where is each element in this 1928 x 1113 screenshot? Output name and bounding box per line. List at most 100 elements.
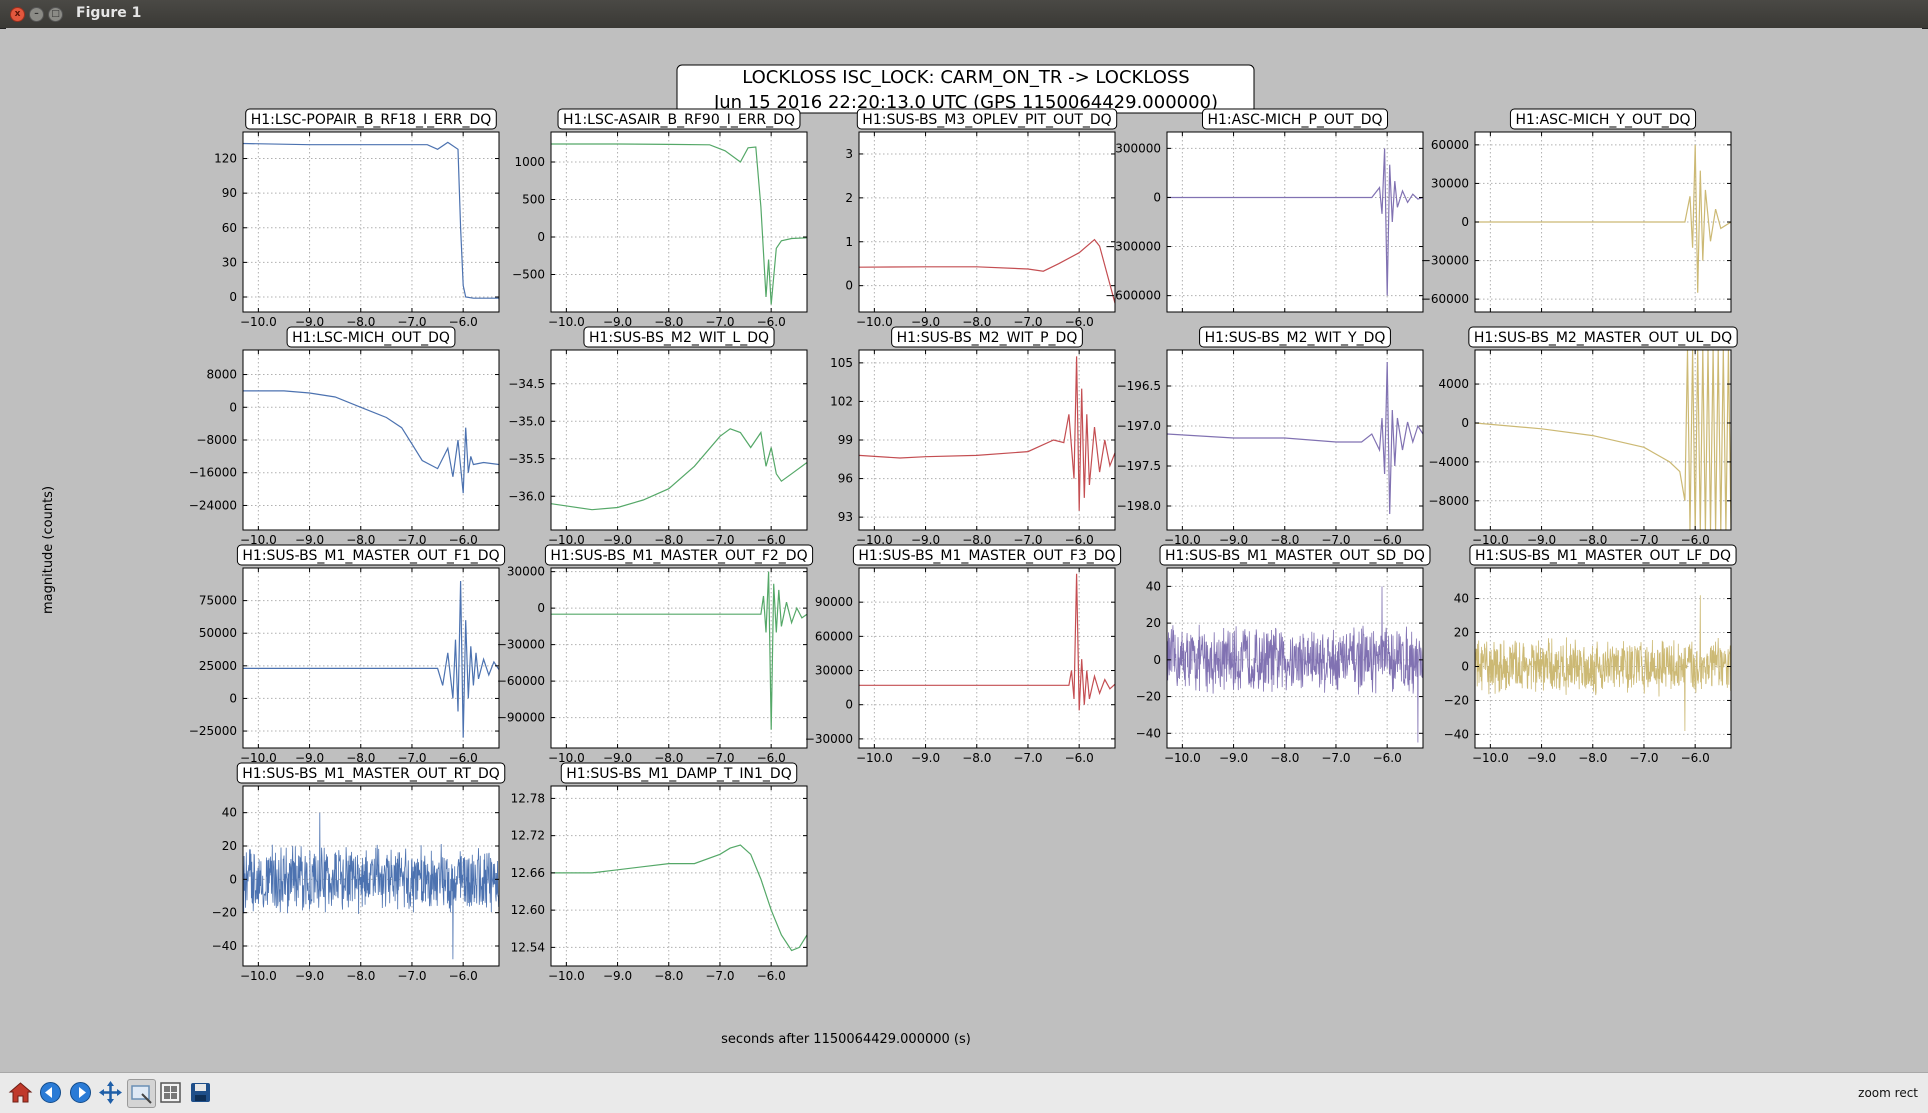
subplot-grid: −10.0 −9.0 −8.0 −7.0 −6.00306090120H1:LSC-PO… <box>189 108 1738 983</box>
y-tick-label: −20 <box>212 906 237 920</box>
y-tick-label: 0 <box>845 279 853 293</box>
y-axis-label: magnitude (counts) <box>41 486 56 614</box>
y-tick-label: −197.0 <box>1117 419 1161 433</box>
x-tick-label: −10.0 <box>1164 751 1201 765</box>
configure-subplots-icon <box>160 1082 181 1103</box>
y-tick-label: 12.78 <box>511 791 545 805</box>
x-tick-label: −10.0 <box>240 315 277 329</box>
maximize-window-button[interactable]: □ <box>48 7 63 22</box>
home-button[interactable] <box>7 1079 34 1106</box>
y-tick-label: −35.0 <box>508 414 545 428</box>
x-tick-label: −6.0 <box>757 969 786 983</box>
x-tick-label: −7.0 <box>705 969 734 983</box>
x-tick-label: −8.0 <box>654 969 683 983</box>
y-tick-label: 75000 <box>199 594 237 608</box>
x-tick-label: −6.0 <box>449 969 478 983</box>
toolbar-status-message: zoom rect <box>1858 1086 1918 1100</box>
subplot-title: H1:SUS-BS_M1_MASTER_OUT_F1_DQ <box>236 544 506 566</box>
zoom-button[interactable] <box>127 1079 156 1108</box>
y-tick-label: 40 <box>1454 592 1469 606</box>
window-titlebar: x – □ Figure 1 <box>0 0 1928 29</box>
subplot-title-text: H1:ASC-MICH_P_OUT_DQ <box>1207 112 1382 128</box>
y-tick-label: 30000 <box>1431 176 1469 190</box>
y-tick-label: 8000 <box>206 368 237 382</box>
axes-background <box>1167 350 1423 530</box>
y-tick-label: 40 <box>222 806 237 820</box>
configure-subplots-button[interactable] <box>157 1079 184 1106</box>
subplot-title: H1:LSC-ASAIR_B_RF90_I_ERR_DQ <box>557 108 801 130</box>
y-tick-label: 3 <box>845 147 853 161</box>
y-tick-label: 0 <box>1153 653 1161 667</box>
x-tick-label: −10.0 <box>240 969 277 983</box>
y-tick-label: −24000 <box>189 498 237 512</box>
y-tick-label: 0 <box>229 290 237 304</box>
subplot-title-text: H1:SUS-BS_M1_MASTER_OUT_F1_DQ <box>242 548 499 564</box>
x-tick-label: −6.0 <box>449 315 478 329</box>
x-tick-label: −10.0 <box>1472 751 1509 765</box>
subplot-title-text: H1:SUS-BS_M1_MASTER_OUT_F3_DQ <box>858 548 1115 564</box>
subplot-title: H1:SUS-BS_M1_MASTER_OUT_LF_DQ <box>1469 544 1737 566</box>
x-tick-label: −10.0 <box>856 315 893 329</box>
close-window-button[interactable]: x <box>10 7 25 22</box>
y-tick-label: −30000 <box>1421 254 1469 268</box>
y-tick-label: −500 <box>512 268 545 282</box>
y-tick-label: −60000 <box>1421 292 1469 306</box>
y-tick-label: 0 <box>229 691 237 705</box>
back-button[interactable] <box>37 1079 64 1106</box>
minimize-window-button[interactable]: – <box>29 7 44 22</box>
subplot-title: H1:SUS-BS_M1_MASTER_OUT_RT_DQ <box>236 762 506 784</box>
figure-canvas[interactable]: LOCKLOSS ISC_LOCK: CARM_ON_TR -> LOCKLOS… <box>6 28 1922 1072</box>
y-tick-label: −20 <box>1136 690 1161 704</box>
subplot-title-text: H1:LSC-POPAIR_B_RF18_I_ERR_DQ <box>251 112 492 128</box>
x-tick-label: −8.0 <box>1270 751 1299 765</box>
subplot-panel: −10.0 −9.0 −8.0 −7.0 −6.0−8000−400004000H1:S… <box>1428 326 1738 547</box>
save-button[interactable] <box>187 1079 214 1106</box>
y-tick-label: 93 <box>838 510 853 524</box>
y-tick-label: 30000 <box>507 565 545 579</box>
y-tick-label: 300000 <box>1115 141 1161 155</box>
forward-button[interactable] <box>67 1079 94 1106</box>
y-tick-label: 60000 <box>1431 138 1469 152</box>
axes-background <box>859 132 1115 312</box>
y-tick-label: 0 <box>845 698 853 712</box>
x-tick-label: −9.0 <box>1527 751 1556 765</box>
subplot-title: H1:SUS-BS_M2_MASTER_OUT_UL_DQ <box>1468 326 1738 348</box>
y-tick-label: 2 <box>845 191 853 205</box>
y-tick-label: −40 <box>1136 726 1161 740</box>
y-tick-label: 20 <box>1454 626 1469 640</box>
subplot-title: H1:LSC-POPAIR_B_RF18_I_ERR_DQ <box>245 108 497 130</box>
subplot-panel: −10.0 −9.0 −8.0 −7.0 −6.00123H1:SUS-BS_M3_OP… <box>845 108 1118 329</box>
subplot-title-text: H1:ASC-MICH_Y_OUT_DQ <box>1515 112 1690 128</box>
subplot-panel: −10.0 −9.0 −8.0 −7.0 −6.0 −40 −20 0 20 40 H1:SUS-B… <box>212 762 506 983</box>
subplot-title-text: H1:SUS-BS_M2_WIT_P_DQ <box>897 330 1078 346</box>
y-tick-label: 90 <box>222 186 237 200</box>
subplot-panel: −10.0 −9.0 −8.0 −7.0 −6.0−24000−16000−800008… <box>189 326 500 547</box>
y-tick-label: −30000 <box>805 732 853 746</box>
y-tick-label: −25000 <box>189 724 237 738</box>
subplot-title: H1:SUS-BS_M2_WIT_P_DQ <box>891 326 1083 348</box>
x-tick-label: −6.0 <box>1065 751 1094 765</box>
subplot-title-text: H1:SUS-BS_M2_MASTER_OUT_UL_DQ <box>1474 330 1732 346</box>
y-tick-label: 0 <box>537 230 545 244</box>
y-tick-label: 20 <box>1146 616 1161 630</box>
subplot-title: H1:ASC-MICH_Y_OUT_DQ <box>1509 108 1697 130</box>
y-tick-label: −35.5 <box>508 452 545 466</box>
y-tick-label: −198.0 <box>1117 499 1161 513</box>
y-tick-label: 0 <box>1153 190 1161 204</box>
subplot-panel: −10.0 −9.0 −8.0 −7.0 −6.0−90000−60000−300000… <box>497 544 814 765</box>
figure-title-box: LOCKLOSS ISC_LOCK: CARM_ON_TR -> LOCKLOS… <box>676 64 1255 114</box>
axes-background <box>551 350 807 530</box>
y-tick-label: −34.5 <box>508 377 545 391</box>
y-tick-label: −16000 <box>189 466 237 480</box>
y-tick-label: 12.60 <box>511 903 545 917</box>
y-tick-label: 25000 <box>199 659 237 673</box>
figure: LOCKLOSS ISC_LOCK: CARM_ON_TR -> LOCKLOS… <box>41 64 1738 1047</box>
subplot-title: H1:SUS-BS_M1_MASTER_OUT_F3_DQ <box>852 544 1122 566</box>
y-tick-label: 0 <box>537 601 545 615</box>
y-tick-label: 1000 <box>514 155 545 169</box>
y-tick-label: 4000 <box>1438 377 1469 391</box>
pan-button[interactable] <box>97 1079 124 1106</box>
y-tick-label: 1 <box>845 235 853 249</box>
y-tick-label: 30 <box>222 255 237 269</box>
subplot-title-text: H1:LSC-MICH_OUT_DQ <box>292 330 450 346</box>
